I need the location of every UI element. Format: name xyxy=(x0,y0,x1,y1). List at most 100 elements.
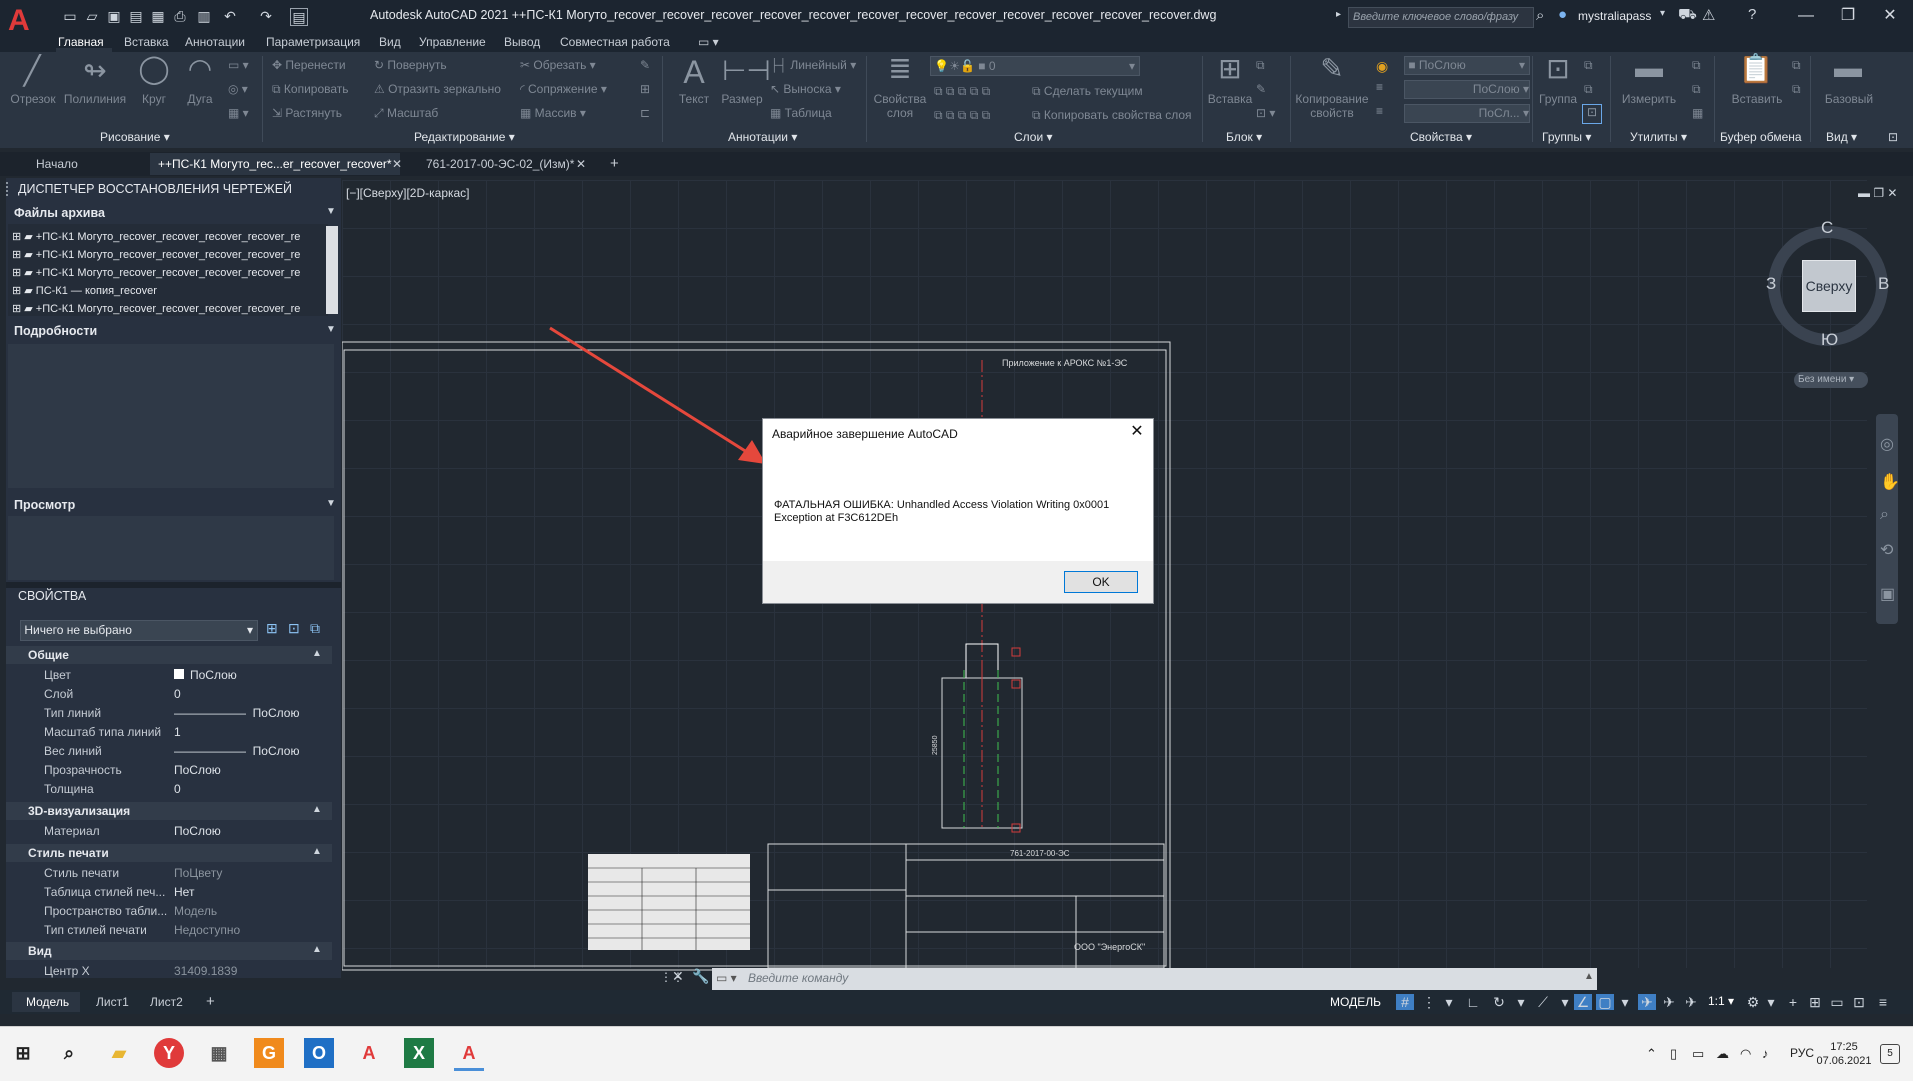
auto-scale-icon[interactable]: ✈ xyxy=(1682,994,1700,1010)
selection-dropdown[interactable]: Ничего не выбрано ▾ xyxy=(20,620,258,641)
block-panel-title[interactable]: Блок ▾ xyxy=(1226,130,1262,146)
prop-material-value[interactable]: ПоСлою xyxy=(174,824,221,838)
layers-panel-title[interactable]: Слои ▾ xyxy=(1014,130,1053,146)
mirror-tool[interactable]: ⚠ Отразить зеркально xyxy=(374,82,501,96)
ucs-dropdown[interactable]: Без имени ▾ xyxy=(1794,372,1868,388)
utilities-panel-title[interactable]: Утилиты ▾ xyxy=(1630,130,1687,146)
polyline-tool[interactable]: Полилиния xyxy=(60,92,130,106)
archive-file-item[interactable]: ⊞ ▰ +ПС-К1 Могуто_recover_recover_recove… xyxy=(12,246,322,264)
quick-properties-icon[interactable]: ▭ xyxy=(1828,994,1846,1010)
general-section-header[interactable]: Общие xyxy=(6,646,332,664)
leader-tool[interactable]: ↖ Выноска ▾ xyxy=(770,82,841,96)
snap-icon[interactable]: ⋮ xyxy=(1420,994,1438,1010)
workspace-gear-icon[interactable]: ⚙ xyxy=(1744,994,1762,1010)
restore-icon[interactable]: ❐ xyxy=(1828,4,1868,28)
tab-output[interactable]: Вывод xyxy=(504,32,540,52)
insert-block-icon[interactable]: ⊞ xyxy=(1208,52,1252,85)
cmdline-history-icon[interactable]: ▲ xyxy=(1584,971,1594,982)
cmdline-customize-icon[interactable]: 🔧 xyxy=(692,968,709,985)
linear-dim-tool[interactable]: ├┤ Линейный ▾ xyxy=(770,58,856,72)
archive-file-item[interactable]: ⊞ ▰ +ПС-К1 Могуто_recover_recover_recove… xyxy=(12,228,322,246)
print-icon[interactable]: ▥ xyxy=(196,8,212,24)
erase-icon[interactable]: ✎ xyxy=(640,58,650,72)
viewport-controls[interactable]: [−][Сверху][2D-каркас] xyxy=(346,186,470,200)
group-edit-icon[interactable]: ⧉ xyxy=(1584,82,1593,97)
annotation-panel-title[interactable]: Аннотации ▾ xyxy=(728,130,797,146)
search-icon[interactable]: ⌕ xyxy=(1536,7,1544,24)
polar-dropdown-icon[interactable]: ▾ xyxy=(1512,994,1530,1010)
units-icon[interactable]: ⊞ xyxy=(1806,994,1824,1010)
archive-file-item[interactable]: ⊞ ▰ ПС-К1 — копия_recover xyxy=(12,282,322,300)
color-wheel-icon[interactable]: ◉ xyxy=(1376,58,1388,75)
make-current-tool[interactable]: ⧉ Сделать текущим xyxy=(1032,84,1143,99)
clipboard-panel-title[interactable]: Буфер обмена xyxy=(1720,130,1802,146)
tray-language[interactable]: РУС xyxy=(1790,1046,1814,1060)
layout-tab-model[interactable]: Модель xyxy=(26,992,69,1012)
rectangle-icon[interactable]: ▭ ▾ xyxy=(228,58,249,72)
fillet-tool[interactable]: ◜ Сопряжение ▾ xyxy=(520,82,607,96)
archive-scrollbar[interactable] xyxy=(326,226,338,314)
redo-icon[interactable]: ↷ xyxy=(258,8,274,24)
explode-icon[interactable]: ⊞ xyxy=(640,82,650,96)
section-collapse-icon[interactable]: ▲ xyxy=(312,804,322,815)
annotation-monitor-icon[interactable]: + xyxy=(1784,994,1802,1010)
user-icon[interactable]: ● xyxy=(1558,6,1567,23)
close-window-icon[interactable]: ✕ xyxy=(1870,4,1910,28)
ok-button[interactable]: OK xyxy=(1064,571,1138,593)
user-name[interactable]: mystraliapass xyxy=(1578,9,1651,23)
save-icon[interactable]: ▣ xyxy=(106,8,122,24)
prop-transparency-value[interactable]: ПоСлою xyxy=(174,763,221,777)
model-space-label[interactable]: МОДЕЛЬ xyxy=(1330,992,1381,1012)
array-tool[interactable]: ▦ Массив ▾ xyxy=(520,106,586,120)
scale-tool[interactable]: ⤢ Масштаб xyxy=(374,106,438,121)
windows-start-icon[interactable]: ⊞ xyxy=(8,1038,38,1068)
prop-plottable-value[interactable]: Нет xyxy=(174,885,194,899)
ortho-icon[interactable]: ∟ xyxy=(1464,994,1482,1010)
base-view-tool[interactable]: Базовый xyxy=(1814,92,1884,106)
group-tool[interactable]: Группа xyxy=(1534,92,1582,106)
layer-properties-tool[interactable]: Свойства слоя xyxy=(870,92,930,120)
open-file-icon[interactable]: ▱ xyxy=(84,8,100,24)
util-icon-1[interactable]: ⧉ xyxy=(1692,58,1701,73)
tab-insert[interactable]: Вставка xyxy=(124,32,169,52)
excel-icon[interactable]: X xyxy=(404,1038,434,1068)
tab-home[interactable]: Главная xyxy=(58,32,104,52)
tab-annotate[interactable]: Аннотации xyxy=(185,32,245,52)
iso-dropdown-icon[interactable]: ▾ xyxy=(1556,994,1574,1010)
tab-second-drawing[interactable]: 761-2017-00-ЭС-02_(Изм)* xyxy=(426,152,574,176)
prop-ltscale-value[interactable]: 1 xyxy=(174,725,181,739)
presentation-app-icon[interactable]: G xyxy=(254,1038,284,1068)
viewport-window-controls-icon[interactable]: ▬ ❐ ✕ xyxy=(1858,186,1897,200)
grid-icon[interactable]: # xyxy=(1396,994,1414,1010)
layer-properties-icon[interactable]: ≣ xyxy=(878,52,922,85)
workspace-icon[interactable]: ▤ xyxy=(290,8,308,26)
rotate-tool[interactable]: ↻ Повернуть xyxy=(374,58,447,72)
linetype-icon[interactable]: ≡ xyxy=(1376,80,1383,94)
tray-battery-icon[interactable]: ▭ xyxy=(1692,1046,1704,1062)
groups-panel-title[interactable]: Группы ▾ xyxy=(1542,130,1591,146)
new-file-icon[interactable]: ▭ xyxy=(62,8,78,24)
autocad-taskbar-icon[interactable]: A xyxy=(354,1038,384,1068)
group-icon[interactable]: ⊡ xyxy=(1538,52,1578,85)
tab-extra-icon[interactable]: ▭ ▾ xyxy=(698,32,719,52)
workspace-dropdown-icon[interactable]: ▾ xyxy=(1762,994,1780,1010)
lineweight-dropdown[interactable]: ПоСл... ▾ xyxy=(1404,104,1530,123)
zoom-icon[interactable]: ⌕ xyxy=(1880,506,1889,524)
outlook-icon[interactable]: O xyxy=(304,1038,334,1068)
circle-icon[interactable]: ◯ xyxy=(134,52,174,85)
offset-icon[interactable]: ⊏ xyxy=(640,106,650,120)
isodraft-icon[interactable]: ⟋ xyxy=(1534,994,1552,1010)
tray-device-icon[interactable]: ▯ xyxy=(1670,1046,1677,1062)
draw-panel-title[interactable]: Рисование ▾ xyxy=(100,130,170,146)
create-block-icon[interactable]: ⧉ xyxy=(1256,58,1265,73)
move-tool[interactable]: ✥ Перенести xyxy=(272,58,346,72)
scale-value[interactable]: 1:1 ▾ xyxy=(1708,994,1734,1008)
polar-icon[interactable]: ↻ xyxy=(1490,994,1508,1010)
user-dropdown-icon[interactable]: ▾ xyxy=(1660,8,1665,19)
circle-tool[interactable]: Круг xyxy=(134,92,174,106)
yandex-browser-icon[interactable]: Y xyxy=(154,1038,184,1068)
command-input[interactable]: Введите команду xyxy=(748,971,848,985)
tab-current-drawing[interactable]: ++ПС-К1 Могуто_rec...er_recover_recover* xyxy=(158,152,392,176)
annotation-scale-icon[interactable]: ✈ xyxy=(1638,994,1656,1010)
arc-tool[interactable]: Дуга xyxy=(180,92,220,106)
